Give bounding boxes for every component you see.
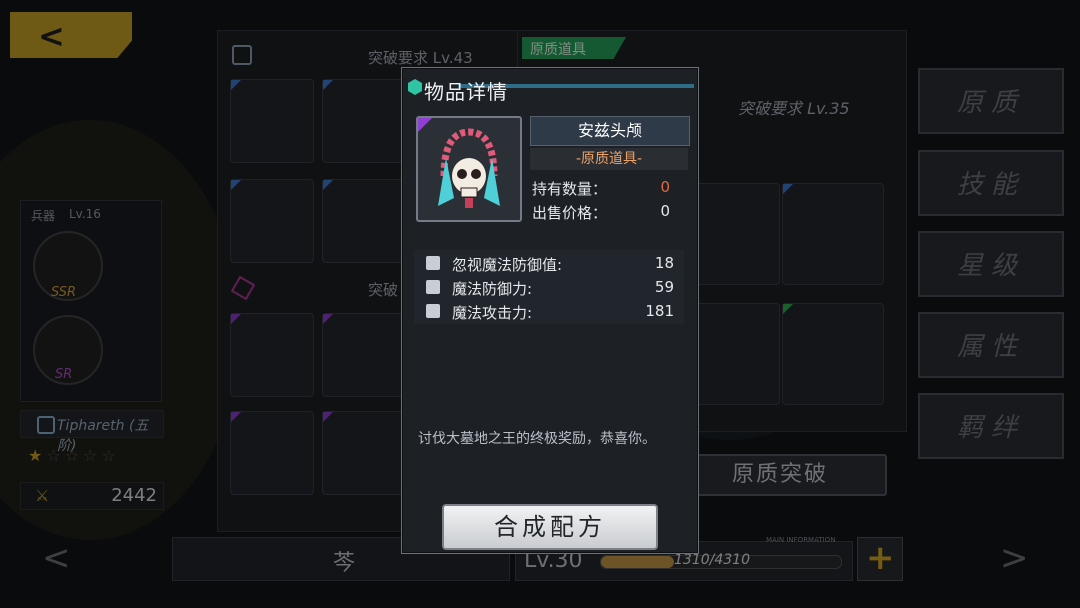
craft-recipe-button[interactable]: 合成配方 <box>442 504 658 550</box>
price-label: 出售价格： <box>532 204 608 222</box>
item-detail-modal: 物品详情 安兹头颅 -原质道具- 持有数量： 0 出售价格： 0 忽视魔法防御值… <box>401 67 699 554</box>
stat-value: 181 <box>645 302 674 320</box>
stat-row: 忽视魔法防御值: 18 <box>426 254 674 274</box>
stat-label: 魔法防御力: <box>452 280 533 298</box>
owned-row: 持有数量： 0 <box>532 178 682 199</box>
owned-value: 0 <box>660 178 670 196</box>
shield-icon <box>426 280 440 294</box>
stat-label: 忽视魔法防御值: <box>452 256 563 274</box>
item-name-box: 安兹头颅 <box>530 116 690 146</box>
price-row: 出售价格： 0 <box>532 202 682 223</box>
modal-title: 物品详情 <box>424 80 508 104</box>
item-name: 安兹头颅 <box>577 121 642 140</box>
cube-icon <box>408 79 422 95</box>
item-type: -原质道具- <box>530 148 688 170</box>
stat-value: 59 <box>654 278 674 296</box>
price-value: 0 <box>660 202 670 220</box>
item-icon-frame <box>416 116 522 222</box>
owned-label: 持有数量： <box>532 180 608 198</box>
stat-label: 魔法攻击力: <box>452 304 533 322</box>
skull-icon <box>438 128 500 208</box>
item-description: 讨伐大墓地之王的终极奖励，恭喜你。 <box>418 431 656 447</box>
wand-icon <box>426 304 440 318</box>
stat-row: 魔法攻击力: 181 <box>426 302 674 322</box>
stat-value: 18 <box>654 254 674 272</box>
magic-pierce-icon <box>426 256 440 270</box>
stat-row: 魔法防御力: 59 <box>426 278 674 298</box>
